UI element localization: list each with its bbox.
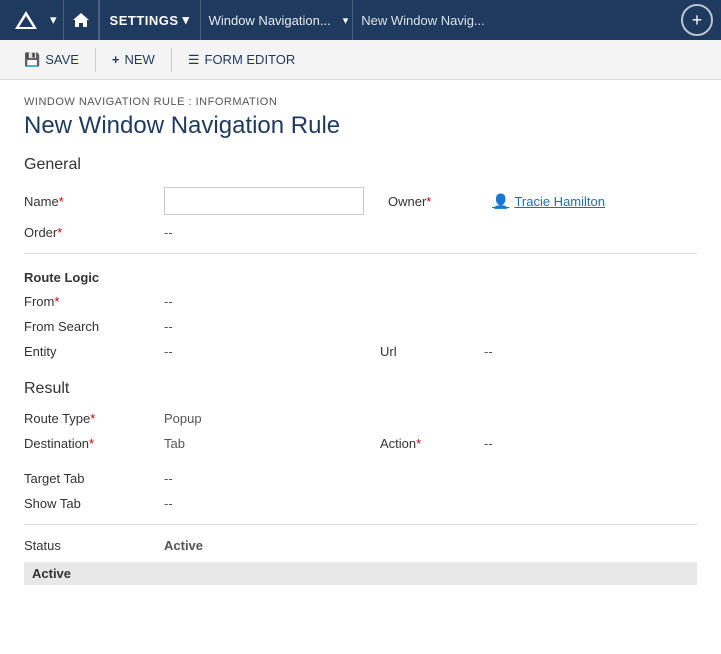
action-value: -- [484, 431, 697, 456]
entity-value: -- [164, 339, 364, 364]
person-icon: 👤 [492, 193, 509, 210]
action-required: * [416, 436, 421, 451]
add-tab-button[interactable]: + [681, 4, 713, 36]
route-logic-divider [24, 253, 697, 254]
spacer-row [24, 456, 697, 466]
route-logic-table: From* -- From Search -- Entity -- Url -- [24, 289, 697, 364]
from-label: From* [24, 289, 164, 314]
settings-chevron-icon: ▾ [183, 12, 190, 28]
url-label: Url [364, 339, 484, 364]
new-icon: + [112, 52, 120, 67]
route-type-row: Route Type* Popup [24, 406, 697, 431]
destination-row: Destination* Tab Action* -- [24, 431, 697, 456]
form-editor-button[interactable]: ☰ FORM EDITOR [180, 48, 303, 72]
active-tab-label: New Window Navig... [353, 13, 493, 28]
from-search-row: From Search -- [24, 314, 697, 339]
target-tab-label: Target Tab [24, 466, 164, 491]
status-label: Status [24, 533, 164, 558]
from-search-value: -- [164, 314, 364, 339]
from-required: * [54, 294, 59, 309]
main-content: WINDOW NAVIGATION RULE : INFORMATION New… [0, 80, 721, 654]
breadcrumb-nav-text: Window Navigation... [209, 13, 331, 28]
save-button[interactable]: 💾 SAVE [16, 48, 87, 72]
status-value: Active [164, 533, 364, 558]
show-tab-label: Show Tab [24, 491, 164, 516]
breadcrumb-nav-item[interactable]: Window Navigation... [201, 13, 339, 28]
app-dropdown-button[interactable]: ▾ [44, 0, 63, 40]
order-required: * [57, 225, 62, 240]
result-section: Result Route Type* Popup Destination* Ta… [24, 380, 697, 516]
entity-label: Entity [24, 339, 164, 364]
settings-label: SETTINGS [110, 13, 179, 28]
name-input-cell [164, 182, 372, 220]
general-section: General Name* Owner* 👤 Tracie Hamilton [24, 156, 697, 245]
name-label: Name* [24, 182, 164, 220]
toolbar: 💾 SAVE + NEW ☰ FORM EDITOR [0, 40, 721, 80]
owner-name: Tracie Hamilton [514, 194, 605, 209]
general-form-table: Name* Owner* 👤 Tracie Hamilton Order [24, 182, 697, 245]
destination-required: * [89, 436, 94, 451]
home-button[interactable] [63, 0, 99, 40]
plus-icon: + [692, 10, 703, 31]
from-value: -- [164, 289, 364, 314]
order-row: Order* -- [24, 220, 697, 245]
settings-menu-button[interactable]: SETTINGS ▾ [100, 0, 200, 40]
action-label: Action* [364, 431, 484, 456]
entity-row: Entity -- Url -- [24, 339, 697, 364]
destination-value: Tab [164, 431, 364, 456]
route-logic-section: Route Logic From* -- From Search -- Enti… [24, 262, 697, 364]
top-navigation: ▾ SETTINGS ▾ Window Navigation... ▾ New … [0, 0, 721, 40]
owner-label: Owner* [372, 182, 492, 220]
save-icon: 💾 [24, 52, 40, 68]
name-row: Name* Owner* 👤 Tracie Hamilton [24, 182, 697, 220]
result-section-title: Result [24, 380, 697, 398]
route-type-label: Route Type* [24, 406, 164, 431]
general-section-title: General [24, 156, 697, 174]
owner-value-cell: 👤 Tracie Hamilton [492, 182, 697, 220]
order-label: Order* [24, 220, 164, 245]
toolbar-separator-2 [171, 48, 172, 72]
status-bar-value: Active [32, 566, 71, 581]
name-required: * [59, 194, 64, 209]
show-tab-row: Show Tab -- [24, 491, 697, 516]
status-section: Status Active Active [24, 524, 697, 585]
from-search-label: From Search [24, 314, 164, 339]
status-table: Status Active [24, 533, 697, 558]
new-label: NEW [125, 52, 155, 67]
dropdown-chevron-icon: ▾ [50, 12, 57, 28]
breadcrumb-dropdown-button[interactable]: ▾ [339, 0, 353, 40]
result-table: Route Type* Popup Destination* Tab Actio… [24, 406, 697, 516]
owner-link[interactable]: 👤 Tracie Hamilton [492, 193, 689, 210]
name-input[interactable] [164, 187, 364, 215]
route-type-value: Popup [164, 406, 364, 431]
toolbar-separator-1 [95, 48, 96, 72]
destination-label: Destination* [24, 431, 164, 456]
url-value: -- [484, 339, 697, 364]
form-editor-icon: ☰ [188, 52, 200, 68]
route-logic-title: Route Logic [24, 262, 697, 289]
form-breadcrumb: WINDOW NAVIGATION RULE : INFORMATION [24, 96, 697, 108]
new-button[interactable]: + NEW [104, 48, 163, 71]
target-tab-value: -- [164, 466, 364, 491]
show-tab-value: -- [164, 491, 364, 516]
status-bar: Active [24, 562, 697, 585]
save-label: SAVE [45, 52, 79, 67]
form-editor-label: FORM EDITOR [205, 52, 296, 67]
owner-required: * [426, 194, 431, 209]
order-value: -- [164, 220, 372, 245]
page-title: New Window Navigation Rule [24, 112, 697, 140]
app-logo [8, 0, 44, 40]
target-tab-row: Target Tab -- [24, 466, 697, 491]
route-type-required: * [90, 411, 95, 426]
status-row: Status Active [24, 533, 697, 558]
from-row: From* -- [24, 289, 697, 314]
